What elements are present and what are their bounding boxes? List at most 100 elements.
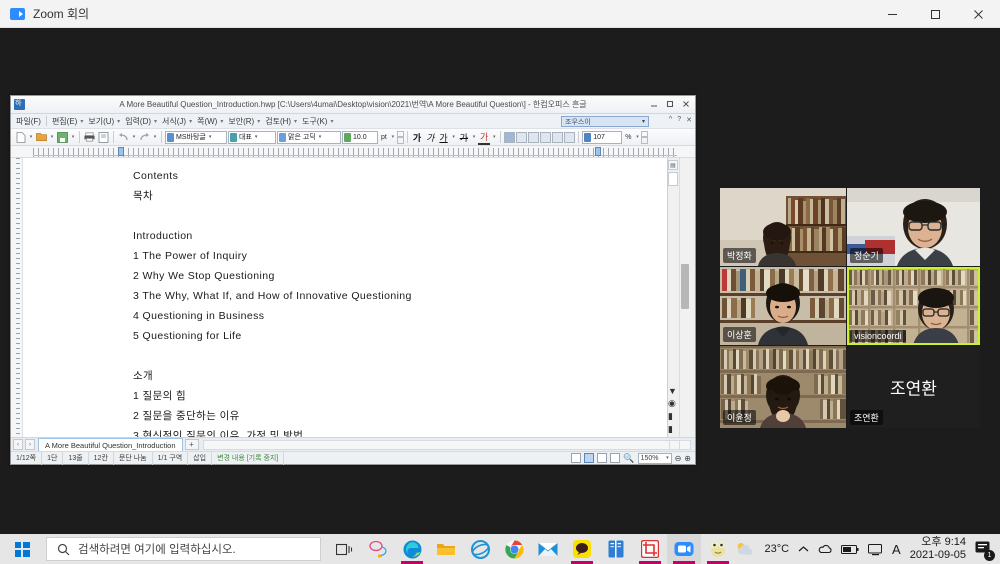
- dictionary-icon[interactable]: [599, 534, 633, 564]
- menu-item-security[interactable]: 보안(R): [226, 116, 256, 127]
- zoom-maximize-button[interactable]: [914, 0, 957, 28]
- hwp-minimize-button[interactable]: [646, 96, 661, 112]
- align-justify-button[interactable]: [504, 132, 515, 143]
- open-file-icon[interactable]: [35, 131, 48, 144]
- participant-tile-active-speaker[interactable]: visioncoordi: [847, 267, 980, 345]
- menu-item-page[interactable]: 쪽(W): [195, 116, 219, 127]
- italic-button[interactable]: 가: [424, 131, 436, 144]
- hscroll-left-button[interactable]: [669, 441, 678, 449]
- font-family-combo[interactable]: 맑은 고딕 ▾: [277, 131, 341, 144]
- chevron-down-icon[interactable]: ▾: [318, 134, 322, 140]
- chevron-down-icon[interactable]: ▾: [117, 118, 120, 125]
- bold-button[interactable]: 가: [411, 131, 423, 144]
- right-indent-marker[interactable]: [595, 147, 601, 156]
- chevron-down-icon[interactable]: ▾: [131, 134, 137, 140]
- participant-tile-novideo[interactable]: 조연환 조연환: [847, 346, 980, 428]
- ime-mode-icon[interactable]: A: [892, 542, 901, 557]
- horizontal-ruler[interactable]: [11, 146, 695, 158]
- font-size-stepper[interactable]: [397, 131, 404, 144]
- print-preview-icon[interactable]: [97, 131, 110, 144]
- participant-tile[interactable]: 이윤정: [720, 346, 846, 428]
- document-horizontal-scrollbar[interactable]: [203, 440, 692, 450]
- chevron-down-icon[interactable]: ▾: [642, 118, 645, 125]
- hscroll-right-button[interactable]: [679, 441, 690, 449]
- document-vertical-scrollbar[interactable]: [679, 158, 690, 437]
- chevron-down-icon[interactable]: ▾: [330, 118, 333, 125]
- zoom-level-combo[interactable]: 150% ▾: [638, 453, 672, 464]
- chevron-down-icon[interactable]: ▾: [80, 118, 83, 125]
- single-page-view-icon[interactable]: [571, 453, 581, 463]
- chevron-down-icon[interactable]: ▾: [208, 134, 212, 140]
- chevron-down-icon[interactable]: ▾: [254, 134, 258, 140]
- chevron-down-icon[interactable]: ▾: [189, 118, 192, 125]
- line-spacing-combo[interactable]: 107: [582, 131, 622, 144]
- zoom-out-icon[interactable]: ⊖: [675, 454, 682, 463]
- align-spread-button[interactable]: [564, 132, 575, 143]
- undo-icon[interactable]: [117, 131, 130, 144]
- wide-view-icon[interactable]: [610, 453, 620, 463]
- zoom-icon[interactable]: [667, 534, 701, 564]
- align-distribute-button[interactable]: [552, 132, 563, 143]
- battery-icon[interactable]: [841, 544, 859, 555]
- microsoft-edge-icon[interactable]: [395, 534, 429, 564]
- chevron-down-icon[interactable]: ▾: [491, 134, 497, 140]
- collapse-ribbon-icon[interactable]: ^: [669, 116, 672, 124]
- hwp-restore-button[interactable]: [662, 96, 677, 112]
- document-page[interactable]: Contents 목차 Introduction 1 The Power of …: [23, 158, 668, 437]
- menu-item-edit[interactable]: 편집(E): [50, 116, 79, 127]
- scroll-up-button[interactable]: [668, 172, 678, 186]
- chevron-down-icon[interactable]: ▾: [70, 134, 76, 140]
- kakaotalk-icon[interactable]: [565, 534, 599, 564]
- continuous-view-icon[interactable]: [584, 453, 594, 463]
- paint-3d-icon[interactable]: [361, 534, 395, 564]
- hwp-close-button[interactable]: [678, 96, 693, 112]
- chevron-down-icon[interactable]: ▾: [152, 134, 158, 140]
- screen-capture-icon[interactable]: [633, 534, 667, 564]
- search-icon[interactable]: 🔍: [623, 453, 634, 464]
- participant-tile[interactable]: 이상훈: [720, 267, 846, 345]
- facing-pages-view-icon[interactable]: [597, 453, 607, 463]
- redo-icon[interactable]: [138, 131, 151, 144]
- underline-button[interactable]: 가: [437, 131, 449, 144]
- chevron-down-icon[interactable]: ▾: [664, 455, 669, 461]
- align-right-button[interactable]: [540, 132, 551, 143]
- chevron-down-icon[interactable]: ▾: [390, 134, 396, 140]
- participant-tile[interactable]: 정순기: [847, 188, 980, 266]
- onedrive-icon[interactable]: [818, 542, 832, 556]
- select-browse-icon[interactable]: ◉: [668, 398, 678, 409]
- network-icon[interactable]: [868, 543, 883, 556]
- chevron-down-icon[interactable]: ▾: [634, 134, 640, 140]
- document-tab[interactable]: A More Beautiful Question_Introduction: [38, 438, 183, 451]
- internet-explorer-icon[interactable]: [463, 534, 497, 564]
- line-spacing-stepper[interactable]: [641, 131, 648, 144]
- prev-page-icon[interactable]: ▮: [668, 411, 678, 422]
- next-page-icon[interactable]: ▮: [668, 424, 678, 435]
- strikethrough-button[interactable]: 가: [458, 131, 470, 144]
- weather-temperature[interactable]: 23°C: [764, 543, 789, 555]
- file-explorer-icon[interactable]: [429, 534, 463, 564]
- menu-item-input[interactable]: 입력(D): [123, 116, 153, 127]
- chevron-down-icon[interactable]: ▾: [471, 134, 477, 140]
- chevron-down-icon[interactable]: ▾: [220, 118, 223, 125]
- task-view-icon[interactable]: [327, 534, 361, 564]
- start-button[interactable]: [0, 534, 44, 564]
- menu-item-file[interactable]: 파일(F): [14, 116, 43, 127]
- chevron-up-icon[interactable]: [798, 545, 809, 554]
- print-icon[interactable]: [83, 131, 96, 144]
- help-icon[interactable]: ?: [677, 116, 681, 124]
- chevron-down-icon[interactable]: ▾: [49, 134, 55, 140]
- chevron-down-icon[interactable]: ▾: [154, 118, 157, 125]
- chevron-down-icon[interactable]: ▾: [28, 134, 34, 140]
- menu-item-view[interactable]: 보기(U): [86, 116, 116, 127]
- add-tab-button[interactable]: +: [185, 439, 199, 450]
- chevron-left-icon[interactable]: ‹: [13, 439, 23, 450]
- participant-tile[interactable]: 박정화: [720, 188, 846, 266]
- taskbar-clock[interactable]: 오후 9:14 2021-09-05: [910, 536, 966, 562]
- hwp-search-box[interactable]: 조우스이 ▾: [561, 116, 649, 127]
- align-center-button[interactable]: [528, 132, 539, 143]
- messenger-frog-icon[interactable]: [701, 534, 735, 564]
- char-style-combo[interactable]: 대표 ▾: [228, 131, 276, 144]
- chevron-down-icon[interactable]: ▾: [257, 118, 260, 125]
- font-color-button[interactable]: 가: [478, 130, 490, 145]
- chevron-right-icon[interactable]: ›: [25, 439, 35, 450]
